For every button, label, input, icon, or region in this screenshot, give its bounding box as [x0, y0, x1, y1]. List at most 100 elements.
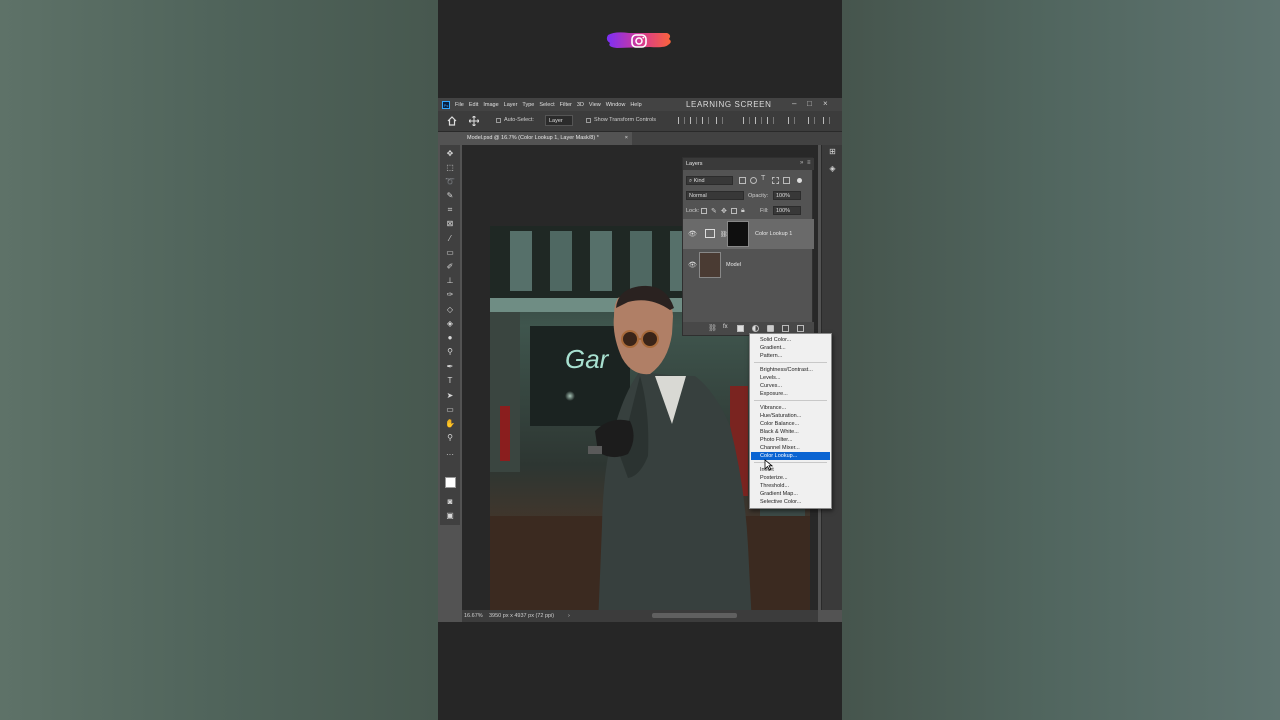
filter-toggle-icon[interactable]: [797, 178, 802, 183]
fx-icon[interactable]: fx: [723, 324, 728, 330]
menu-item-gradient-map[interactable]: Gradient Map...: [751, 490, 830, 498]
link-layers-icon[interactable]: ⛓︎: [708, 324, 717, 332]
menu-item-channel-mixer[interactable]: Channel Mixer...: [751, 444, 830, 452]
zoom-level[interactable]: 16.67%: [464, 613, 483, 619]
menu-item-threshold[interactable]: Threshold...: [751, 482, 830, 490]
screen-mode-icon[interactable]: ▣: [445, 511, 455, 521]
layer-thumbnail[interactable]: [699, 252, 721, 278]
align-middle-icon[interactable]: [755, 117, 762, 124]
mask-icon[interactable]: [737, 325, 744, 332]
menu-select[interactable]: Select: [539, 102, 554, 108]
more-tools-icon[interactable]: ···: [445, 450, 455, 460]
foreground-color-swatch[interactable]: [445, 477, 456, 488]
fill-field[interactable]: 100%: [773, 206, 801, 215]
menu-help[interactable]: Help: [630, 102, 641, 108]
layer-mask-thumbnail[interactable]: [727, 221, 749, 247]
panel-menu-icon[interactable]: ≡: [807, 160, 811, 166]
menu-item-posterize[interactable]: Posterize...: [751, 474, 830, 482]
blur-tool-icon[interactable]: ●: [445, 333, 455, 343]
menu-item-hue-saturation[interactable]: Hue/Saturation...: [751, 412, 830, 420]
menu-layer[interactable]: Layer: [504, 102, 518, 108]
quick-select-tool-icon[interactable]: ✎: [445, 191, 455, 201]
filter-type-icon[interactable]: T: [761, 175, 765, 182]
adjustment-icon[interactable]: [752, 325, 759, 332]
type-tool-icon[interactable]: T: [445, 376, 455, 386]
maximize-button[interactable]: □: [807, 99, 812, 108]
menu-type[interactable]: Type: [522, 102, 534, 108]
menu-file[interactable]: File: [455, 102, 464, 108]
menu-item-exposure[interactable]: Exposure...: [751, 390, 830, 398]
menu-window[interactable]: Window: [606, 102, 626, 108]
eye-icon[interactable]: 👁︎: [688, 230, 697, 238]
menu-item-photo-filter[interactable]: Photo Filter...: [751, 436, 830, 444]
menu-item-solid-color[interactable]: Solid Color...: [751, 336, 830, 344]
hand-tool-icon[interactable]: ✋: [445, 419, 455, 429]
eye-icon[interactable]: 👁︎: [688, 261, 697, 269]
pen-tool-icon[interactable]: ✒: [445, 362, 455, 372]
menu-item-invert[interactable]: Invert: [751, 466, 830, 474]
lock-icon[interactable]: 🔒︎: [741, 207, 745, 215]
healing-tool-icon[interactable]: ▭: [445, 248, 455, 258]
menu-3d[interactable]: 3D: [577, 102, 584, 108]
filter-smart-object-icon[interactable]: [783, 177, 790, 184]
quick-mask-icon[interactable]: ◙: [445, 497, 455, 507]
lock-transparency-icon[interactable]: [701, 208, 707, 214]
layer-row-color-lookup[interactable]: 👁︎ ⛓︎ Color Lookup 1: [683, 219, 814, 249]
layers-dock-icon[interactable]: ◈: [828, 164, 837, 173]
stamp-tool-icon[interactable]: ⊥: [445, 276, 455, 286]
home-icon[interactable]: [447, 116, 457, 126]
brush-tool-icon[interactable]: ✐: [445, 262, 455, 272]
layers-panel-title[interactable]: Layers: [686, 161, 703, 167]
align-right-icon[interactable]: [702, 117, 709, 124]
layer-row-model[interactable]: 👁︎ Model: [683, 250, 814, 280]
menu-view[interactable]: View: [589, 102, 601, 108]
auto-select-dropdown[interactable]: Layer: [545, 115, 573, 126]
trash-icon[interactable]: [797, 325, 804, 332]
document-tab[interactable]: Model.psd @ 16.7% (Color Lookup 1, Layer…: [462, 132, 632, 145]
more-options-icon[interactable]: [823, 117, 830, 124]
menu-image[interactable]: Image: [483, 102, 498, 108]
align-left-icon[interactable]: [678, 117, 685, 124]
distribute-vertical-icon[interactable]: [788, 117, 795, 124]
properties-icon[interactable]: ⊞: [828, 147, 837, 156]
menu-filter[interactable]: Filter: [560, 102, 572, 108]
new-layer-icon[interactable]: [782, 325, 789, 332]
menu-item-brightness-contrast[interactable]: Brightness/Contrast...: [751, 366, 830, 374]
align-bottom-icon[interactable]: [767, 117, 774, 124]
collapse-icon[interactable]: »: [800, 160, 803, 166]
filter-adjustment-icon[interactable]: [750, 177, 757, 184]
menu-item-color-lookup[interactable]: Color Lookup...: [751, 452, 830, 460]
minimize-button[interactable]: –: [792, 99, 796, 108]
auto-select-checkbox[interactable]: [496, 118, 501, 123]
menu-item-pattern[interactable]: Pattern...: [751, 352, 830, 360]
dodge-tool-icon[interactable]: ⚲: [445, 347, 455, 357]
menu-item-curves[interactable]: Curves...: [751, 382, 830, 390]
folder-icon[interactable]: [767, 325, 774, 332]
zoom-tool-icon[interactable]: ⚲: [445, 433, 455, 443]
menu-edit[interactable]: Edit: [469, 102, 478, 108]
crop-tool-icon[interactable]: ⌗: [445, 205, 455, 215]
filter-kind-dropdown[interactable]: ⌕ Kind: [686, 176, 733, 185]
lock-artboard-icon[interactable]: [731, 208, 737, 214]
shape-tool-icon[interactable]: ▭: [445, 405, 455, 415]
lasso-tool-icon[interactable]: ➰: [445, 177, 455, 187]
align-to-icon[interactable]: [808, 117, 815, 124]
frame-tool-icon[interactable]: ⊠: [445, 219, 455, 229]
menu-item-black-white[interactable]: Black & White...: [751, 428, 830, 436]
lock-position-icon[interactable]: ✥: [721, 207, 727, 215]
filter-shape-icon[interactable]: [772, 177, 779, 184]
tab-close-icon[interactable]: ×: [625, 135, 628, 141]
menu-item-selective-color[interactable]: Selective Color...: [751, 498, 830, 506]
eyedropper-tool-icon[interactable]: ⁄: [445, 234, 455, 244]
show-transform-checkbox[interactable]: [586, 118, 591, 123]
move-tool-icon[interactable]: ✥: [445, 149, 455, 159]
menu-item-levels[interactable]: Levels...: [751, 374, 830, 382]
move-icon[interactable]: [469, 116, 479, 126]
layer-name[interactable]: Color Lookup 1: [755, 231, 792, 237]
menu-item-vibrance[interactable]: Vibrance...: [751, 404, 830, 412]
opacity-field[interactable]: 100%: [773, 191, 801, 200]
path-select-tool-icon[interactable]: ➤: [445, 391, 455, 401]
distribute-icon[interactable]: [716, 117, 723, 124]
close-window-button[interactable]: ×: [823, 99, 828, 108]
horizontal-scrollbar[interactable]: [652, 613, 737, 618]
